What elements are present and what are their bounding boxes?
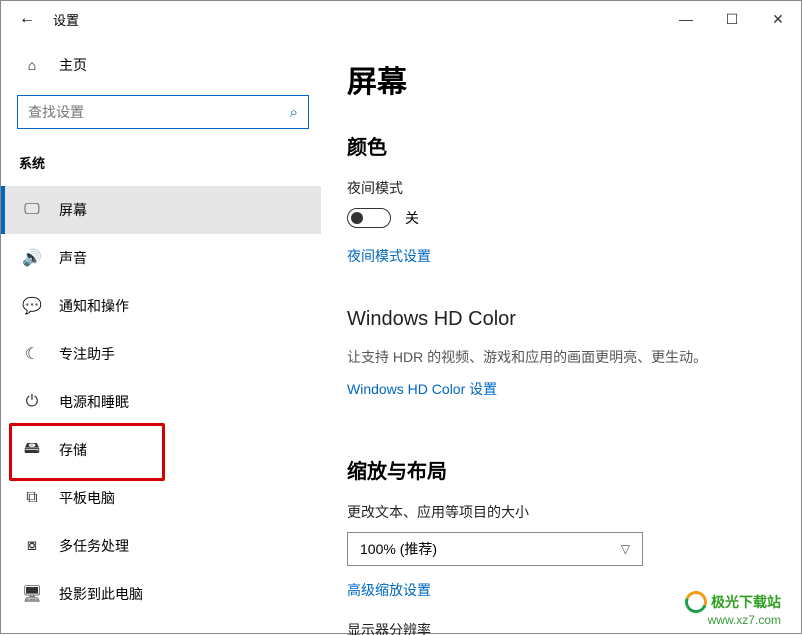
sidebar-item-label: 平板电脑 — [59, 488, 115, 508]
project-icon: 🖥 — [23, 584, 41, 604]
home-nav[interactable]: ⌂ 主页 — [1, 45, 321, 85]
sidebar-item-label: 声音 — [59, 248, 87, 268]
sidebar-item-label: 屏幕 — [59, 200, 87, 220]
display-icon: 🖵 — [23, 201, 41, 219]
focus-icon: ☾ — [23, 344, 41, 364]
resolution-label: 显示器分辨率 — [347, 620, 783, 635]
sidebar-item-tablet[interactable]: ⧉ 平板电脑 — [1, 474, 321, 522]
multitask-icon: ⧇ — [23, 537, 41, 555]
sidebar-item-label: 投影到此电脑 — [59, 584, 143, 604]
night-mode-settings-link[interactable]: 夜间模式设置 — [347, 246, 431, 266]
hd-color-description: 让支持 HDR 的视频、游戏和应用的画面更明亮、更生动。 — [347, 347, 783, 367]
sidebar-item-focus-assist[interactable]: ☾ 专注助手 — [1, 330, 321, 378]
sidebar-item-label: 通知和操作 — [59, 296, 129, 316]
search-box[interactable]: ⌕ — [17, 95, 309, 129]
sidebar-item-label: 存储 — [59, 440, 87, 460]
sidebar-item-multitasking[interactable]: ⧇ 多任务处理 — [1, 522, 321, 570]
scale-layout-heading: 缩放与布局 — [347, 455, 783, 484]
sidebar-item-label: 多任务处理 — [59, 536, 129, 556]
home-label: 主页 — [59, 55, 87, 75]
close-button[interactable]: ✕ — [755, 1, 801, 37]
search-icon: ⌕ — [290, 104, 298, 121]
power-icon: ⏻ — [23, 393, 41, 411]
tablet-icon: ⧉ — [23, 489, 41, 507]
night-mode-toggle[interactable] — [347, 208, 391, 228]
scale-dropdown-value: 100% (推荐) — [360, 539, 437, 559]
home-icon: ⌂ — [23, 57, 41, 73]
sidebar-item-projecting[interactable]: 🖥 投影到此电脑 — [1, 570, 321, 618]
sidebar-item-label: 电源和睡眠 — [59, 392, 129, 412]
sidebar-item-storage[interactable]: 🖴 存储 — [1, 426, 321, 474]
night-mode-label: 夜间模式 — [347, 178, 783, 198]
maximize-button[interactable]: ☐ — [709, 1, 755, 37]
toggle-state-label: 关 — [405, 208, 419, 228]
sidebar-group-system: 系统 — [1, 143, 321, 186]
chevron-down-icon: ▽ — [621, 542, 630, 556]
color-heading: 颜色 — [347, 131, 783, 160]
sidebar-item-label: 专注助手 — [59, 344, 115, 364]
page-title: 屏幕 — [347, 57, 783, 101]
search-input[interactable] — [28, 104, 290, 120]
sidebar-item-sound[interactable]: 🔊 声音 — [1, 234, 321, 282]
advanced-scaling-link[interactable]: 高级缩放设置 — [347, 580, 431, 600]
notify-icon: 💬 — [23, 296, 41, 316]
sidebar: ⌂ 主页 ⌕ 系统 🖵 屏幕 🔊 声音 💬 通知和操作 ☾ 专注助手 ⏻ — [1, 37, 321, 635]
hd-color-settings-link[interactable]: Windows HD Color 设置 — [347, 379, 497, 399]
back-button[interactable]: ← — [7, 1, 47, 37]
main-content: 屏幕 颜色 夜间模式 关 夜间模式设置 Windows HD Color 让支持… — [321, 37, 801, 635]
hd-color-heading: Windows HD Color — [347, 308, 783, 331]
minimize-button[interactable]: — — [663, 1, 709, 37]
sidebar-item-display[interactable]: 🖵 屏幕 — [1, 186, 321, 234]
sidebar-item-power-sleep[interactable]: ⏻ 电源和睡眠 — [1, 378, 321, 426]
scale-label: 更改文本、应用等项目的大小 — [347, 502, 783, 522]
window-title: 设置 — [47, 10, 79, 29]
sound-icon: 🔊 — [23, 248, 41, 268]
sidebar-item-notifications[interactable]: 💬 通知和操作 — [1, 282, 321, 330]
storage-icon: 🖴 — [23, 437, 41, 464]
scale-dropdown[interactable]: 100% (推荐) ▽ — [347, 532, 643, 566]
